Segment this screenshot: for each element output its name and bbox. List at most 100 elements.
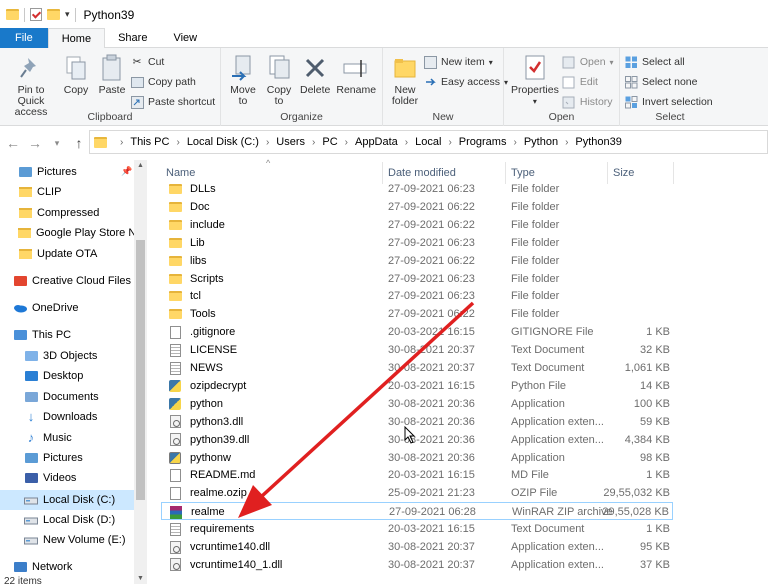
file-date: 27-09-2021 06:23 [388,236,475,249]
copy-path-button[interactable]: Copy path [130,73,215,91]
sidebar-item[interactable]: Pictures [0,448,134,468]
file-row[interactable]: DLLs 27-09-2021 06:23 File folder [161,180,673,198]
file-row[interactable]: python3.dll 30-08-2021 20:36 Application e… [161,413,673,431]
sidebar-item-label: Creative Cloud Files [32,275,132,287]
sidebar-item[interactable]: Desktop [0,366,134,386]
sidebar-item-label: Videos [43,472,77,484]
sidebar-item[interactable]: Google Play Store N [0,223,136,243]
file-name: LICENSE [190,344,238,357]
paste-shortcut-button[interactable]: Paste shortcut [130,93,215,111]
sidebar-item[interactable]: Local Disk (D:) [0,510,134,530]
file-name-cell: LICENSE [168,341,237,359]
sidebar-item[interactable]: ♪ Music [0,428,134,448]
breadcrumb-chevron-icon[interactable]: › [120,137,123,148]
file-row[interactable]: tcl 27-09-2021 06:23 File folder [161,287,673,305]
file-row[interactable]: include 27-09-2021 06:22 File folder [161,216,673,234]
file-row[interactable]: realme.ozip 25-09-2021 21:23 OZIP File 29,5… [161,484,673,502]
sidebar-item[interactable]: Update OTA [0,244,134,264]
sidebar-item[interactable]: Documents [0,387,134,407]
file-row[interactable]: ozipdecrypt 20-03-2021 16:15 Python File 14… [161,377,673,395]
file-row[interactable]: requirements 20-03-2021 16:15 Text Documen… [161,520,673,538]
breadcrumb-item[interactable]: AppData [355,136,398,148]
nav-scrollbar[interactable]: ▲ ▼ [134,160,147,584]
file-row[interactable]: Tools 27-09-2021 06:22 File folder [161,305,673,323]
group-label-open: Open [548,111,575,123]
file-date: 27-09-2021 06:22 [388,254,475,267]
properties-icon[interactable] [30,8,42,21]
folder-icon [18,207,32,219]
file-row[interactable]: .gitignore 20-03-2021 16:15 GITIGNORE File… [161,323,673,341]
group-label-new: New [432,111,454,123]
sidebar-item[interactable]: ↓ Downloads [0,407,134,427]
tab-home[interactable]: Home [47,28,106,49]
customize-toolbar-icon[interactable]: ▾ [65,9,70,20]
sidebar-item[interactable]: Local Disk (C:) [0,490,134,510]
recent-locations-icon[interactable]: ▾ [46,138,68,149]
breadcrumb-item[interactable]: Python [524,136,558,148]
forward-icon[interactable]: → [24,135,46,151]
breadcrumb-chevron-icon[interactable]: › [565,137,568,148]
breadcrumb-chevron-icon[interactable]: › [345,137,348,148]
sidebar-item[interactable]: 3D Objects [0,346,134,366]
edit-button[interactable]: Edit [562,73,614,91]
open-button[interactable]: Open ▾ [562,53,614,71]
sidebar-item[interactable]: This PC [0,325,134,345]
sidebar-item[interactable]: CLIP [0,182,134,202]
breadcrumb-item[interactable]: Local Disk (C:) [187,136,259,148]
tab-view[interactable]: View [160,28,210,48]
sidebar-item[interactable]: Creative Cloud Files [0,271,134,291]
sidebar-item[interactable]: Compressed [0,203,134,223]
sidebar-item[interactable]: Network [0,557,134,577]
breadcrumb-item[interactable]: Users [276,136,305,148]
file-row[interactable]: README.md 20-03-2021 16:15 MD File 1 KB [161,466,673,484]
breadcrumb-chevron-icon[interactable]: › [448,137,451,148]
drive-icon [24,494,38,506]
breadcrumb-item[interactable]: This PC [130,136,169,148]
breadcrumb-item[interactable]: Python39 [575,136,621,148]
cut-button[interactable]: ✂ Cut [130,53,215,71]
breadcrumb-chevron-icon[interactable]: › [266,137,269,148]
history-button[interactable]: History [562,93,614,111]
file-row[interactable]: Lib 27-09-2021 06:23 File folder [161,234,673,252]
breadcrumb-chevron-icon[interactable]: › [405,137,408,148]
file-row[interactable]: python 30-08-2021 20:36 Application 100 KB [161,395,673,413]
scroll-up-icon[interactable]: ▲ [137,162,144,169]
breadcrumb-item[interactable]: Local [415,136,441,148]
breadcrumb-chevron-icon[interactable]: › [176,137,179,148]
file-row[interactable]: Doc 27-09-2021 06:22 File folder [161,198,673,216]
breadcrumb-chevron-icon[interactable]: › [513,137,516,148]
sidebar-item[interactable]: New Volume (E:) [0,530,134,550]
tab-share[interactable]: Share [105,28,160,48]
file-name: vcruntime140_1.dll [190,558,283,571]
file-row[interactable]: vcruntime140_1.dll 30-08-2021 20:37 Applic… [161,556,673,574]
address-bar[interactable]: › This PC › Local Disk (C:) › Users › PC › AppDat… [89,130,768,154]
file-row[interactable]: pythonw 30-08-2021 20:36 Application 98 KB [161,449,673,467]
back-icon[interactable]: ← [2,135,24,151]
sidebar-item[interactable]: OneDrive [0,298,134,318]
file-row[interactable]: python39.dll 30-08-2021 20:36 Application … [161,431,673,449]
breadcrumb-chevron-icon[interactable]: › [312,137,315,148]
new-item-button[interactable]: New item ▾ [423,53,508,71]
up-icon[interactable]: ↑ [68,135,90,151]
file-row[interactable]: NEWS 30-08-2021 20:37 Text Document 1,061 K… [161,359,673,377]
column-divider[interactable] [673,162,674,184]
file-row[interactable]: realme 27-09-2021 06:28 WinRAR ZIP archive… [161,502,673,521]
file-row[interactable]: libs 27-09-2021 06:22 File folder [161,252,673,270]
tab-file[interactable]: File [0,28,48,48]
scroll-down-icon[interactable]: ▼ [137,575,144,582]
invert-selection-button[interactable]: Invert selection [624,93,713,111]
breadcrumb-item[interactable]: Programs [459,136,507,148]
mouse-cursor-icon [404,426,416,444]
new-folder-icon[interactable] [47,9,60,20]
easy-access-button[interactable]: Easy access ▾ [423,73,508,91]
sidebar-item[interactable]: Pictures 📌 [0,162,134,182]
file-row[interactable]: vcruntime140.dll 30-08-2021 20:37 Applicat… [161,538,673,556]
breadcrumb-item[interactable]: PC [322,136,337,148]
select-all-button[interactable]: Select all [624,53,713,71]
file-row[interactable]: Scripts 27-09-2021 06:23 File folder [161,270,673,288]
file-row[interactable]: LICENSE 30-08-2021 20:37 Text Document 32 K… [161,341,673,359]
scrollbar-thumb[interactable] [136,240,145,500]
select-none-button[interactable]: Select none [624,73,713,91]
file-name-cell: vcruntime140.dll [168,538,270,556]
sidebar-item[interactable]: Videos [0,468,134,488]
